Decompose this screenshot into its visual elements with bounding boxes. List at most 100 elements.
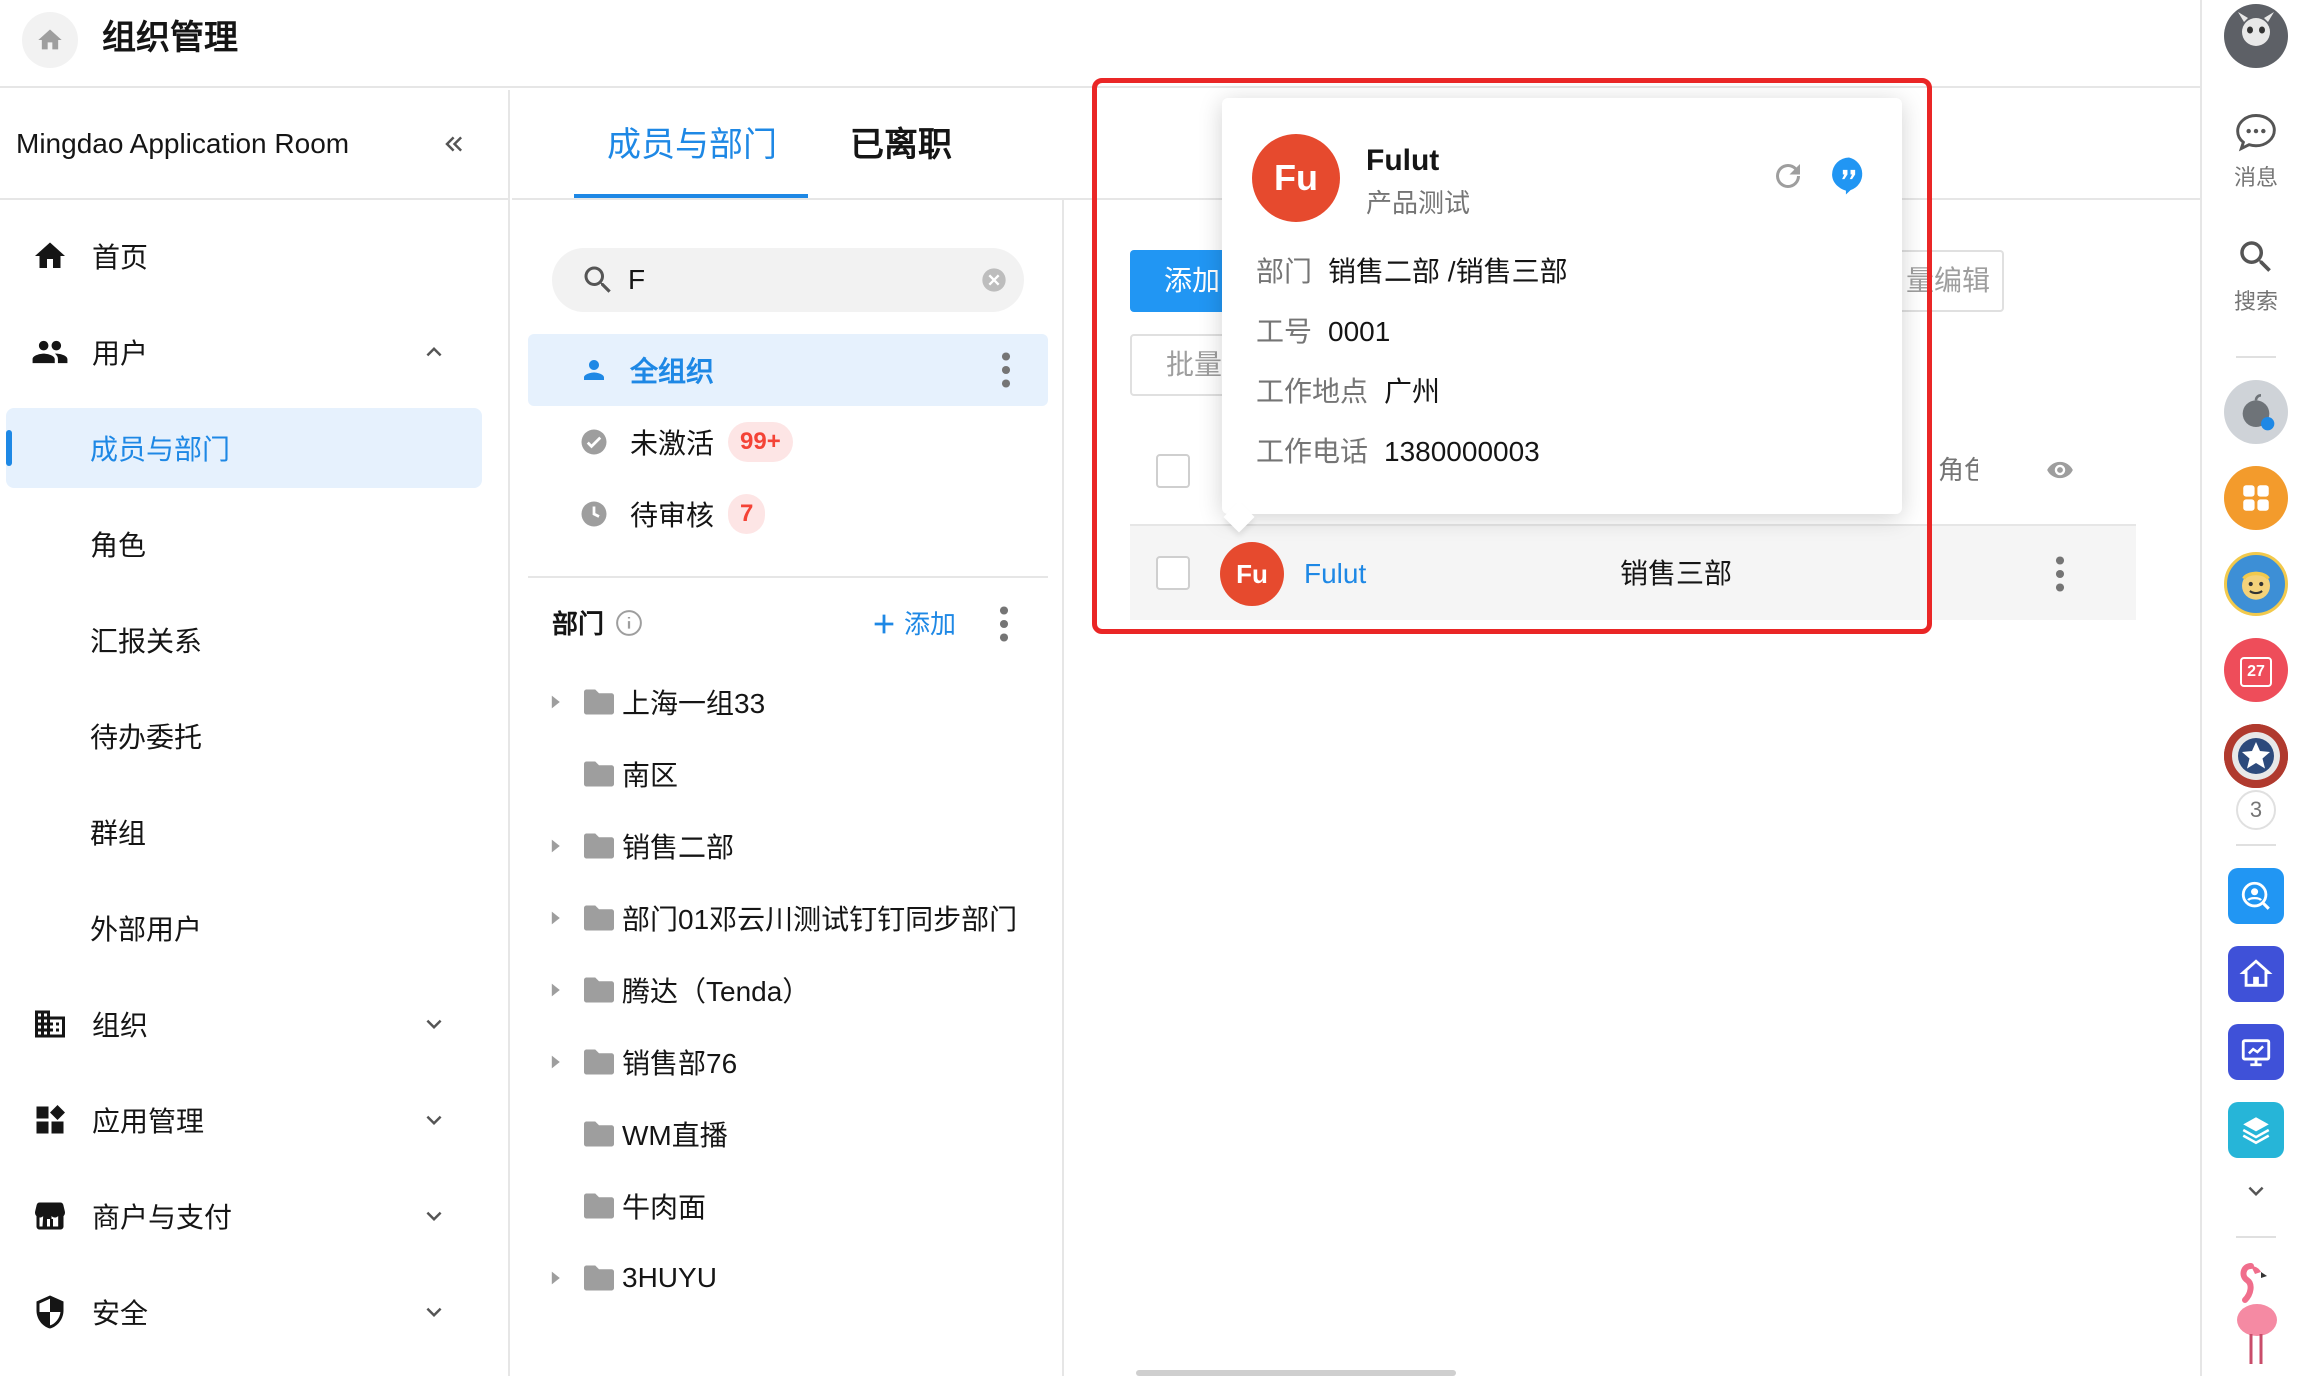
layers-icon	[2228, 1102, 2284, 1158]
tab-members-departments[interactable]: 成员与部门	[607, 120, 777, 170]
sidebar-item-label: 用户	[92, 338, 149, 369]
people-icon	[28, 330, 72, 374]
department-label: 上海一组33	[622, 688, 766, 719]
add-department-button[interactable]: 添加	[870, 604, 956, 644]
filter-pending-review[interactable]: 待审核 7	[528, 478, 1048, 550]
count-badge: 7	[728, 494, 766, 534]
search-value: F	[628, 264, 646, 295]
rail-tool-home[interactable]	[2220, 946, 2292, 1002]
collapse-sidebar-button[interactable]	[432, 122, 476, 166]
caret-right-icon[interactable]	[540, 1263, 570, 1293]
caret-right-icon[interactable]	[540, 975, 570, 1005]
rail-app-2[interactable]	[2220, 466, 2292, 530]
department-item[interactable]: 销售部76	[540, 1032, 737, 1092]
filter-label: 未激活	[630, 428, 715, 459]
sidebar-item-reporting[interactable]: 汇报关系	[6, 600, 482, 680]
user-avatar[interactable]	[2220, 4, 2292, 68]
rail-app-1[interactable]	[2220, 380, 2292, 444]
rail-tool-board[interactable]	[2220, 1024, 2292, 1080]
sidebar-item-users[interactable]: 用户	[6, 312, 482, 392]
folder-icon	[584, 977, 614, 1003]
apps-icon	[28, 1098, 72, 1142]
sidebar-item-app-management[interactable]: 应用管理	[6, 1080, 482, 1160]
department-item[interactable]: WM直播	[540, 1104, 728, 1164]
horizontal-scrollbar[interactable]	[1136, 1370, 1456, 1376]
more-vertical-icon[interactable]	[1000, 352, 1012, 388]
sidebar-item-label: 应用管理	[92, 1106, 205, 1137]
department-item[interactable]: 销售二部	[540, 816, 734, 876]
folder-icon	[584, 1265, 614, 1291]
folder-icon	[584, 689, 614, 715]
department-item[interactable]: 南区	[540, 744, 678, 804]
sidebar-item-organization[interactable]: 组织	[6, 984, 482, 1064]
folder-icon	[584, 905, 614, 931]
sidebar-item-merchant-payment[interactable]: 商户与支付	[6, 1176, 482, 1256]
rail-app-3[interactable]	[2220, 552, 2292, 616]
rail-search[interactable]: 搜索	[2220, 236, 2292, 316]
filter-all-org[interactable]: 全组织	[528, 334, 1048, 406]
caret-right-icon[interactable]	[540, 687, 570, 717]
grid-app-icon	[2224, 466, 2288, 530]
chevron-down-icon	[412, 1002, 456, 1046]
chevron-down-icon	[2248, 1186, 2264, 1196]
search-icon	[2240, 241, 2271, 272]
eye-icon[interactable]	[2044, 456, 2076, 484]
home-icon	[38, 29, 62, 50]
building-icon	[28, 1002, 72, 1046]
sidebar-item-external-users[interactable]: 外部用户	[6, 888, 482, 968]
more-vertical-icon[interactable]	[2054, 556, 2066, 592]
department-item[interactable]: 牛肉面	[540, 1176, 706, 1236]
filter-label: 待审核	[630, 500, 715, 531]
sidebar-item-label: 待办委托	[90, 722, 203, 753]
department-label: 部门01邓云川测试钉钉同步部门	[622, 904, 1018, 935]
home-icon	[28, 234, 72, 278]
info-icon[interactable]	[614, 608, 644, 638]
folder-icon	[584, 761, 614, 787]
tab-departed[interactable]: 已离职	[850, 120, 952, 170]
home-button[interactable]	[22, 12, 78, 68]
rail-flamingo[interactable]	[2220, 1258, 2292, 1370]
more-vertical-icon[interactable]	[998, 606, 1010, 642]
sidebar-item-members-departments[interactable]: 成员与部门	[6, 408, 482, 488]
filter-inactive[interactable]: 未激活 99+	[528, 406, 1048, 478]
caret-right-icon[interactable]	[540, 831, 570, 861]
panel-divider	[528, 576, 1048, 578]
rail-divider	[2236, 356, 2276, 358]
apple-app-icon	[2224, 380, 2288, 444]
rail-app-calendar[interactable]: 27	[2220, 638, 2292, 702]
rail-messages[interactable]: 消息	[2220, 110, 2292, 192]
rail-messages-label: 消息	[2233, 165, 2278, 190]
rail-divider	[2236, 1236, 2276, 1238]
department-item[interactable]: 上海一组33	[540, 672, 765, 732]
department-item[interactable]: 腾达（Tenda）	[540, 960, 810, 1020]
search-input[interactable]	[552, 248, 1024, 312]
sidebar-item-home[interactable]: 首页	[6, 216, 482, 296]
storefront-icon	[28, 1194, 72, 1238]
chevron-down-icon	[412, 1098, 456, 1142]
caret-right-icon[interactable]	[540, 1047, 570, 1077]
caret-right-icon[interactable]	[540, 903, 570, 933]
rail-expand[interactable]	[2220, 1176, 2292, 1206]
sidebar-item-roles[interactable]: 角色	[6, 504, 482, 584]
department-label: WM直播	[622, 1120, 728, 1151]
rail-more-count[interactable]: 3	[2220, 790, 2292, 830]
department-item[interactable]: 3HUYU	[540, 1248, 717, 1308]
filter-label: 全组织	[630, 356, 715, 387]
rail-tool-contacts[interactable]	[2220, 868, 2292, 924]
department-item[interactable]: 部门01邓云川测试钉钉同步部门	[540, 888, 1017, 948]
calendar-app-icon: 27	[2224, 638, 2288, 702]
rail-search-label: 搜索	[2233, 289, 2278, 314]
chevron-up-icon	[412, 330, 456, 374]
shield-star-app-icon	[2224, 724, 2288, 788]
clear-icon[interactable]	[980, 266, 1008, 294]
department-section-title: 部门	[552, 609, 605, 639]
sidebar-item-groups[interactable]: 群组	[6, 792, 482, 872]
sidebar-item-security[interactable]: 安全	[6, 1272, 482, 1352]
flamingo-icon	[2237, 1263, 2277, 1364]
sidebar-divider	[0, 198, 508, 200]
department-label: 南区	[622, 760, 679, 791]
sidebar-item-delegation[interactable]: 待办委托	[6, 696, 482, 776]
rail-tool-layers[interactable]	[2220, 1102, 2292, 1158]
shield-icon	[28, 1290, 72, 1334]
rail-app-4[interactable]	[2220, 724, 2292, 788]
